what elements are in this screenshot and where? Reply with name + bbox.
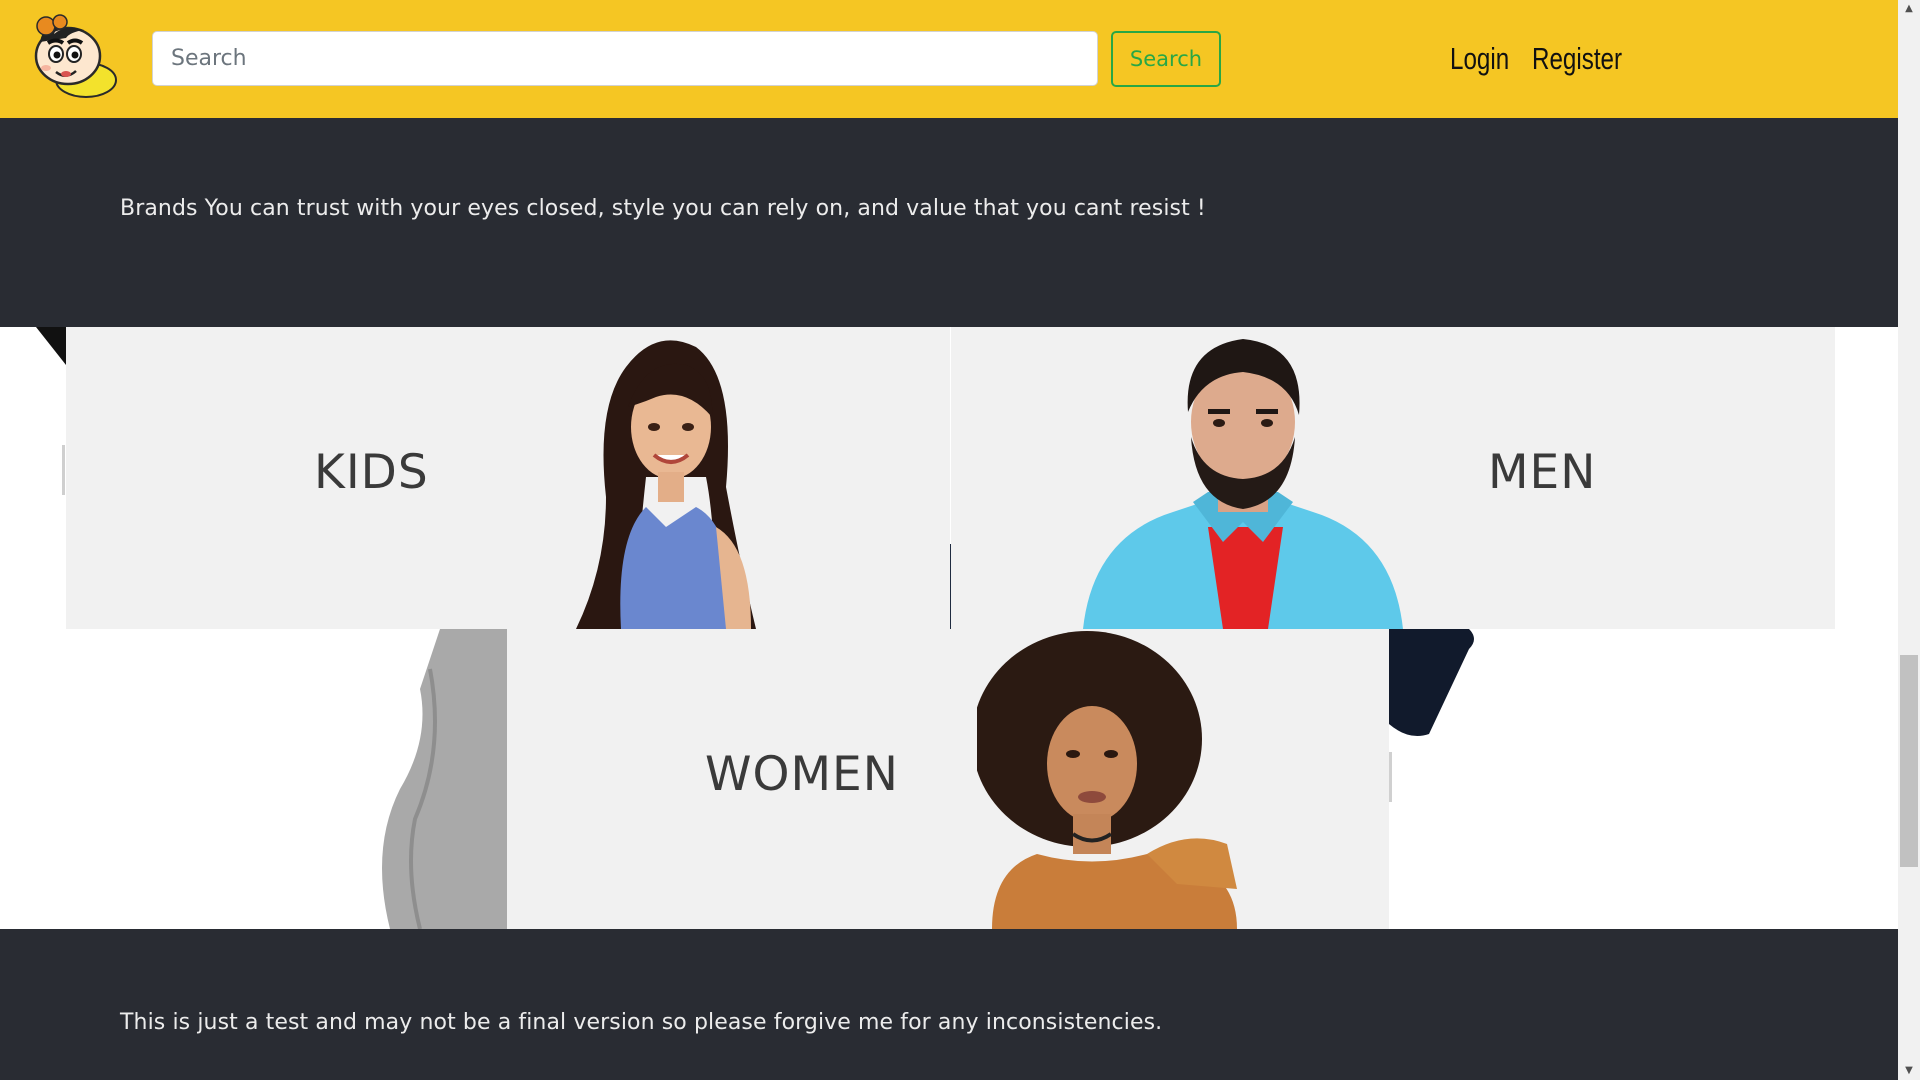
hero-tagline: Brands You can trust with your eyes clos… (120, 196, 1206, 221)
search-button[interactable]: Search (1111, 31, 1221, 87)
kids-category-banner[interactable]: KIDS (66, 327, 950, 629)
women-model-image (977, 631, 1237, 929)
hero-band: Brands You can trust with your eyes clos… (0, 118, 1898, 327)
kids-label: KIDS (314, 445, 429, 500)
kids-model-image (576, 340, 756, 629)
slide-fragment-edge (62, 445, 65, 495)
slide-fragment-image (1389, 629, 1474, 737)
navbar: Search Login Register (0, 0, 1898, 118)
scrollbar-thumb[interactable] (1900, 655, 1918, 867)
footer-note: This is just a test and may not be a fin… (120, 1010, 1163, 1035)
men-model-image (1083, 339, 1403, 629)
scroll-up-arrow-icon[interactable]: ▲ (1898, 0, 1920, 18)
women-category-banner[interactable]: WOMEN (507, 629, 1389, 929)
women-label: WOMEN (705, 747, 899, 802)
slide-fragment-image (36, 327, 66, 365)
men-label: MEN (1488, 445, 1597, 500)
page-scrollbar[interactable]: ▲ ▼ (1898, 0, 1920, 1080)
scroll-down-arrow-icon[interactable]: ▼ (1898, 1062, 1920, 1080)
slide-fragment-image (382, 629, 507, 929)
search-input[interactable] (152, 31, 1098, 86)
slide-fragment-edge (1389, 752, 1392, 802)
category-banners: KIDS MEN WOMEN (0, 327, 1898, 929)
men-category-banner[interactable]: MEN (951, 327, 1835, 629)
cartoon-boy-logo-icon[interactable] (26, 12, 122, 100)
register-link[interactable]: Register (1532, 34, 1622, 84)
footer-band: This is just a test and may not be a fin… (0, 929, 1898, 1080)
login-link[interactable]: Login (1450, 34, 1509, 84)
